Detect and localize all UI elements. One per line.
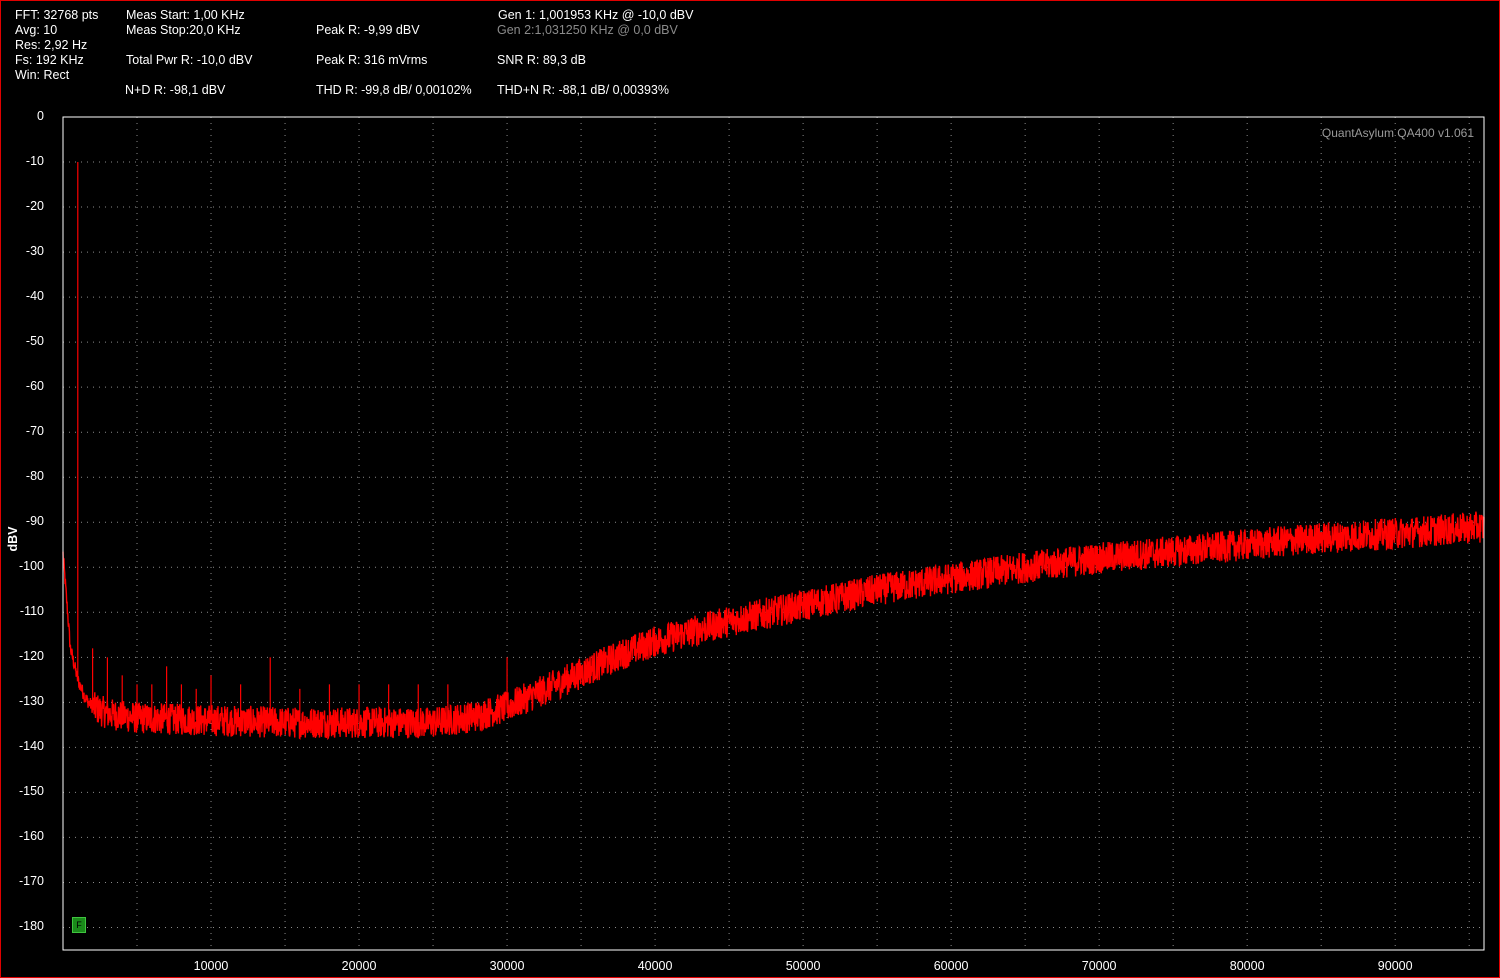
y-tick-label: -140 bbox=[18, 739, 44, 754]
x-tick-label: 30000 bbox=[489, 959, 525, 973]
noise-floor-trace bbox=[62, 511, 1485, 741]
y-tick-label: -100 bbox=[18, 559, 44, 574]
x-tick-label: 80000 bbox=[1229, 959, 1265, 973]
y-tick-label: -160 bbox=[18, 829, 44, 844]
y-tick-label: -60 bbox=[25, 379, 44, 394]
y-tick-label: -80 bbox=[25, 469, 44, 484]
y-tick-label: -20 bbox=[25, 199, 44, 214]
y-tick-label: -10 bbox=[25, 154, 44, 169]
y-tick-label: 0 bbox=[37, 109, 44, 123]
y-tick-label: -130 bbox=[18, 694, 44, 709]
x-tick-label: 60000 bbox=[933, 959, 969, 973]
x-tick-label: 40000 bbox=[637, 959, 673, 973]
y-tick-label: -70 bbox=[25, 424, 44, 439]
y-tick-label: -170 bbox=[18, 874, 44, 889]
y-tick-label: -120 bbox=[18, 649, 44, 664]
x-tick-label: 10000 bbox=[193, 959, 229, 973]
x-tick-label: 20000 bbox=[341, 959, 377, 973]
x-tick-label: 50000 bbox=[785, 959, 821, 973]
watermark: QuantAsylum QA400 v1.061 bbox=[1321, 126, 1474, 140]
x-tick-label: 90000 bbox=[1377, 959, 1413, 973]
y-tick-label: -50 bbox=[25, 334, 44, 349]
marker-button[interactable]: F bbox=[72, 917, 86, 933]
y-tick-label: -110 bbox=[19, 604, 44, 619]
y-tick-label: -40 bbox=[25, 289, 44, 304]
spectrum-trace bbox=[62, 162, 1485, 741]
y-tick-label: -180 bbox=[18, 919, 44, 934]
spectrum-chart[interactable] bbox=[0, 0, 1500, 978]
y-tick-label: -150 bbox=[18, 784, 44, 799]
y-axis-label: dBV bbox=[6, 526, 20, 552]
y-tick-label: -30 bbox=[25, 244, 44, 259]
x-tick-label: 70000 bbox=[1081, 959, 1117, 973]
